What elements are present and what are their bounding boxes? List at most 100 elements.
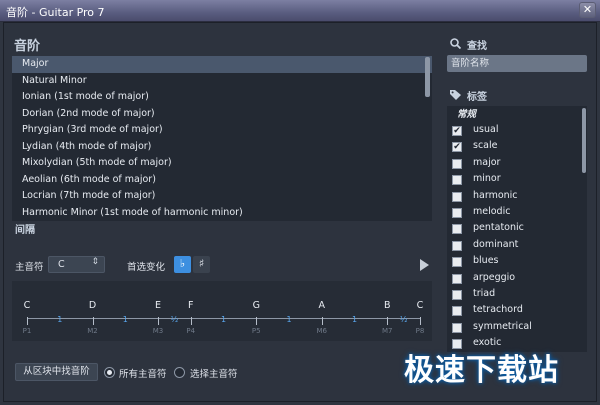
- scale-list-item[interactable]: Locrian (7th mode of major): [12, 188, 432, 205]
- tag-checkbox[interactable]: ✔: [452, 142, 462, 153]
- scale-note: B: [383, 300, 391, 311]
- step-label: 1: [351, 315, 358, 324]
- scale-list-item[interactable]: Lydian (4th mode of major): [12, 139, 432, 156]
- radio-select-root[interactable]: [174, 367, 185, 378]
- tag-checkbox[interactable]: [452, 257, 462, 268]
- tag-label: arpeggio: [473, 271, 516, 283]
- tag-item[interactable]: melodic: [447, 205, 587, 221]
- note-tick: [321, 317, 323, 325]
- radio-all-roots[interactable]: [104, 367, 115, 378]
- flat-button[interactable]: ♭: [174, 256, 191, 273]
- tag-label: minor: [473, 173, 501, 185]
- note-tick: [190, 317, 192, 325]
- tag-group-header: 常规: [457, 109, 477, 120]
- tag-checkbox[interactable]: ✔: [452, 126, 462, 136]
- tag-item[interactable]: pentatonic: [447, 221, 587, 237]
- note-tick: [256, 317, 258, 325]
- step-label: 1: [220, 315, 227, 324]
- scale-diagram: [12, 281, 432, 341]
- window-title: 音阶 - Guitar Pro 7: [6, 6, 105, 19]
- root-note-label: 主音符: [15, 262, 44, 273]
- interval-label: P4: [186, 327, 196, 335]
- scale-list-item[interactable]: Dorian (2nd mode of major): [12, 106, 432, 123]
- search-input[interactable]: [447, 55, 587, 72]
- tag-checkbox[interactable]: [452, 273, 462, 284]
- step-label: 1: [122, 315, 128, 324]
- tag-label: melodic: [473, 205, 511, 217]
- tag-item[interactable]: blues: [447, 254, 587, 270]
- radio-all-roots-label: 所有主音符: [119, 369, 167, 380]
- tag-label: triad: [473, 287, 496, 299]
- scale-note: C: [23, 300, 31, 311]
- note-tick: [158, 317, 159, 325]
- tag-item[interactable]: ✔ scale: [447, 139, 587, 155]
- tag-checkbox[interactable]: [452, 289, 462, 300]
- interval-label: M7: [382, 327, 393, 335]
- scale-list-item[interactable]: Ionian (1st mode of major): [12, 89, 432, 106]
- tag-checkbox[interactable]: [452, 158, 462, 169]
- tag-item[interactable]: triad: [447, 287, 587, 303]
- note-tick: [420, 317, 421, 325]
- accidental-label: 首选变化: [127, 262, 166, 273]
- scale-note: D: [88, 300, 97, 311]
- search-heading: 查找: [467, 41, 487, 52]
- step-label: 1: [286, 315, 292, 324]
- tag-item[interactable]: major: [447, 156, 587, 172]
- interval-label: M6: [316, 327, 328, 335]
- scales-heading: 音阶: [14, 39, 41, 54]
- tag-checkbox[interactable]: [452, 306, 462, 317]
- interval-label: M2: [87, 327, 98, 335]
- tag-label: symmetrical: [473, 320, 532, 332]
- interval-label: P5: [251, 327, 261, 335]
- step-label: ½: [170, 315, 179, 324]
- scale-list-item[interactable]: Aeolian (6th mode of major): [12, 172, 432, 189]
- tag-checkbox[interactable]: [452, 207, 462, 218]
- tag-checkbox[interactable]: [452, 175, 462, 186]
- tag-item[interactable]: tetrachord: [447, 303, 587, 319]
- tag-item[interactable]: dominant: [447, 238, 587, 254]
- interval-label: P1: [22, 327, 32, 335]
- note-tick: [387, 317, 389, 325]
- close-button[interactable]: ✕: [579, 2, 596, 18]
- tag-checkbox[interactable]: [452, 191, 462, 202]
- scale-note: A: [318, 300, 326, 311]
- tag-checkbox[interactable]: [452, 240, 462, 251]
- tag-label: tetrachord: [473, 304, 523, 316]
- scale-note: G: [252, 300, 260, 311]
- scale-list-scrollbar[interactable]: [425, 57, 430, 97]
- tag-item[interactable]: symmetrical: [447, 320, 587, 336]
- tag-item[interactable]: ✔ usual: [447, 123, 587, 139]
- radio-select-root-label: 选择主音符: [190, 369, 238, 380]
- note-tick: [27, 317, 28, 325]
- scale-list-item[interactable]: Phrygian (3rd mode of major): [12, 122, 432, 139]
- tag-label: major: [473, 156, 501, 168]
- watermark: 极速下载站: [404, 353, 559, 388]
- root-note-select[interactable]: C ⇕: [48, 256, 105, 273]
- step-label: 1: [57, 315, 63, 324]
- tag-item[interactable]: arpeggio: [447, 271, 587, 287]
- interval-label: P8: [415, 327, 425, 335]
- tag-icon: [450, 90, 461, 100]
- tag-checkbox[interactable]: [452, 224, 462, 235]
- tags-heading: 标签: [467, 92, 487, 103]
- scale-list-item[interactable]: Mixolydian (5th mode of major): [12, 155, 432, 172]
- scale-name-search[interactable]: [447, 55, 587, 72]
- tag-item[interactable]: harmonic: [447, 189, 587, 205]
- sharp-button[interactable]: ♯: [193, 256, 210, 273]
- find-scale-button[interactable]: 从区块中找音阶: [15, 363, 98, 381]
- scale-list-item[interactable]: Major: [12, 56, 432, 73]
- root-note-value: C: [58, 259, 65, 270]
- scale-note: E: [154, 300, 162, 311]
- tag-checkbox[interactable]: [452, 322, 462, 333]
- tag-label: pentatonic: [473, 222, 524, 234]
- tag-list-scrollbar[interactable]: [582, 108, 586, 173]
- scale-list-item[interactable]: Harmonic Minor (1st mode of harmonic min…: [12, 205, 432, 222]
- tag-label: usual: [473, 124, 499, 135]
- scale-list-item[interactable]: Natural Minor: [12, 73, 432, 90]
- scale-list[interactable]: Major Natural Minor Ionian (1st mode of ma…: [12, 56, 432, 221]
- tag-label: scale: [473, 140, 498, 152]
- tag-item[interactable]: minor: [447, 172, 587, 188]
- play-icon[interactable]: [420, 259, 429, 271]
- tag-label: blues: [473, 255, 499, 267]
- tag-list[interactable]: 常规 ✔ usual ✔ scale major minor harmonic melodic…: [447, 106, 587, 352]
